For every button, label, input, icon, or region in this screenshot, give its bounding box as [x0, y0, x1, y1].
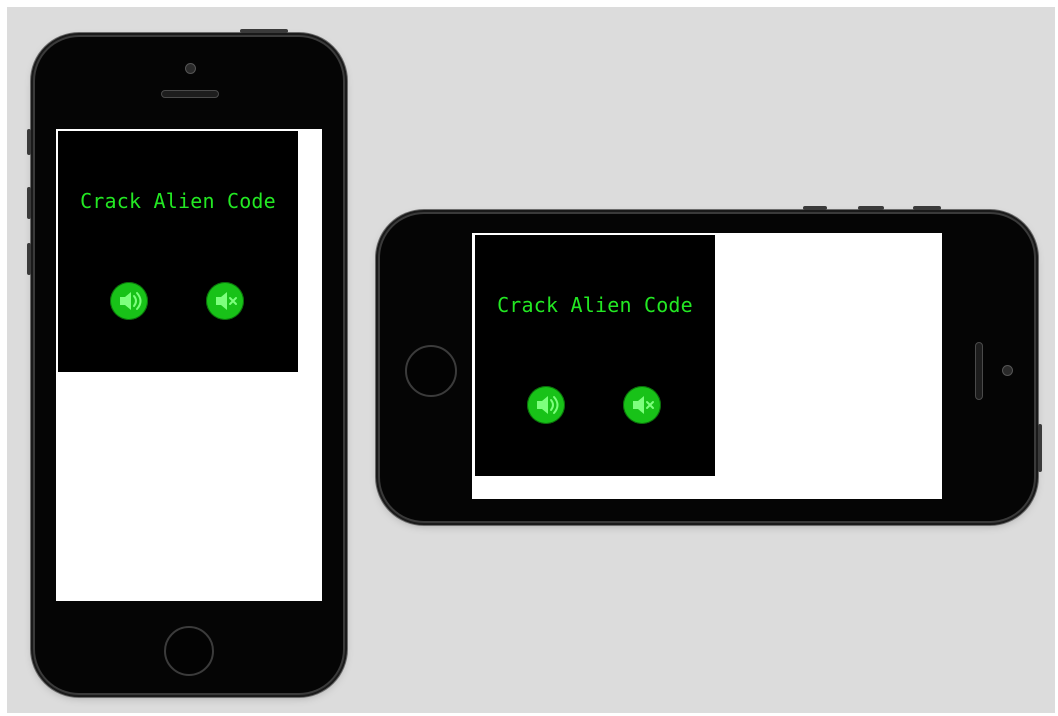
- landscape-game-view: Crack Alien Code: [475, 235, 715, 476]
- power-key: [240, 29, 288, 33]
- home-button[interactable]: [405, 345, 457, 397]
- speaker-muted-icon: [633, 396, 654, 414]
- volume-down-key: [27, 243, 31, 275]
- sound-off-button[interactable]: [206, 282, 244, 320]
- home-button[interactable]: [164, 626, 214, 676]
- speaker-muted-icon: [216, 292, 237, 310]
- portrait-screen: Crack Alien Code: [56, 129, 322, 601]
- sound-off-button[interactable]: [623, 386, 661, 424]
- game-title: Crack Alien Code: [497, 293, 693, 317]
- power-key: [1038, 424, 1042, 472]
- canvas-background: Crack Alien Code Crack Alien Code: [7, 7, 1055, 713]
- sound-on-button[interactable]: [110, 282, 148, 320]
- volume-up-key: [27, 187, 31, 219]
- sound-on-button[interactable]: [527, 386, 565, 424]
- volume-up-key: [858, 206, 884, 210]
- portrait-phone: Crack Alien Code: [27, 29, 343, 693]
- earpiece-speaker: [161, 90, 219, 98]
- volume-down-key: [913, 206, 941, 210]
- speaker-on-icon: [120, 292, 142, 310]
- speaker-on-icon: [537, 396, 559, 414]
- landscape-screen: Crack Alien Code: [472, 233, 942, 499]
- portrait-game-view: Crack Alien Code: [58, 131, 298, 372]
- mute-switch: [803, 206, 827, 210]
- front-camera: [1002, 365, 1013, 376]
- front-camera: [185, 63, 196, 74]
- landscape-phone: Crack Alien Code: [380, 206, 1042, 521]
- earpiece-speaker: [975, 342, 983, 400]
- game-title: Crack Alien Code: [80, 189, 276, 213]
- mute-switch: [27, 129, 31, 155]
